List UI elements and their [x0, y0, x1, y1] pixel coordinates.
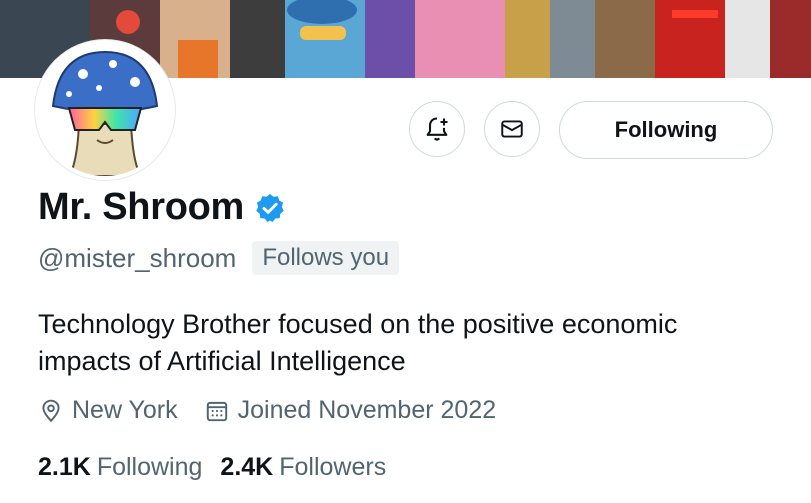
envelope-icon [501, 120, 523, 138]
calendar-icon [206, 401, 227, 421]
joined-text: Joined November 2022 [237, 396, 497, 424]
verified-badge-icon[interactable] [254, 192, 286, 224]
following-count: 2.1K [38, 453, 91, 481]
user-handle: @mister_shroom [38, 242, 237, 273]
follow-stats: 2.1K Following 2.4K Followers [38, 453, 386, 482]
profile-meta: New York Joined November 2022 [38, 396, 496, 425]
display-name: Mr. Shroom [38, 186, 245, 228]
handle-row: @mister_shroom Follows you [38, 241, 400, 275]
notifications-button[interactable] [409, 101, 465, 157]
followers-stat-link[interactable]: 2.4K Followers [220, 453, 386, 482]
bio-line: impacts of Artificial Intelligence [38, 346, 406, 376]
following-label: Following [96, 453, 203, 481]
name-row: Mr. Shroom [38, 186, 286, 229]
followers-count: 2.4K [220, 453, 274, 481]
bell-plus-icon [426, 117, 448, 141]
followers-label: Followers [279, 453, 387, 481]
message-button[interactable] [484, 101, 540, 157]
profile-avatar[interactable] [35, 40, 175, 180]
location-item: New York [38, 396, 178, 425]
following-stat-link[interactable]: 2.1K Following [38, 453, 202, 482]
follows-you-badge: Follows you [252, 241, 400, 275]
location-text: New York [72, 396, 178, 424]
following-button[interactable]: Following [559, 101, 773, 159]
mushroom-avatar-image [39, 44, 171, 176]
profile-bio: Technology Brother focused on the positi… [38, 306, 798, 380]
bio-line: Technology Brother focused on the positi… [38, 309, 678, 339]
location-pin-icon [42, 399, 60, 422]
joined-item: Joined November 2022 [204, 396, 497, 425]
